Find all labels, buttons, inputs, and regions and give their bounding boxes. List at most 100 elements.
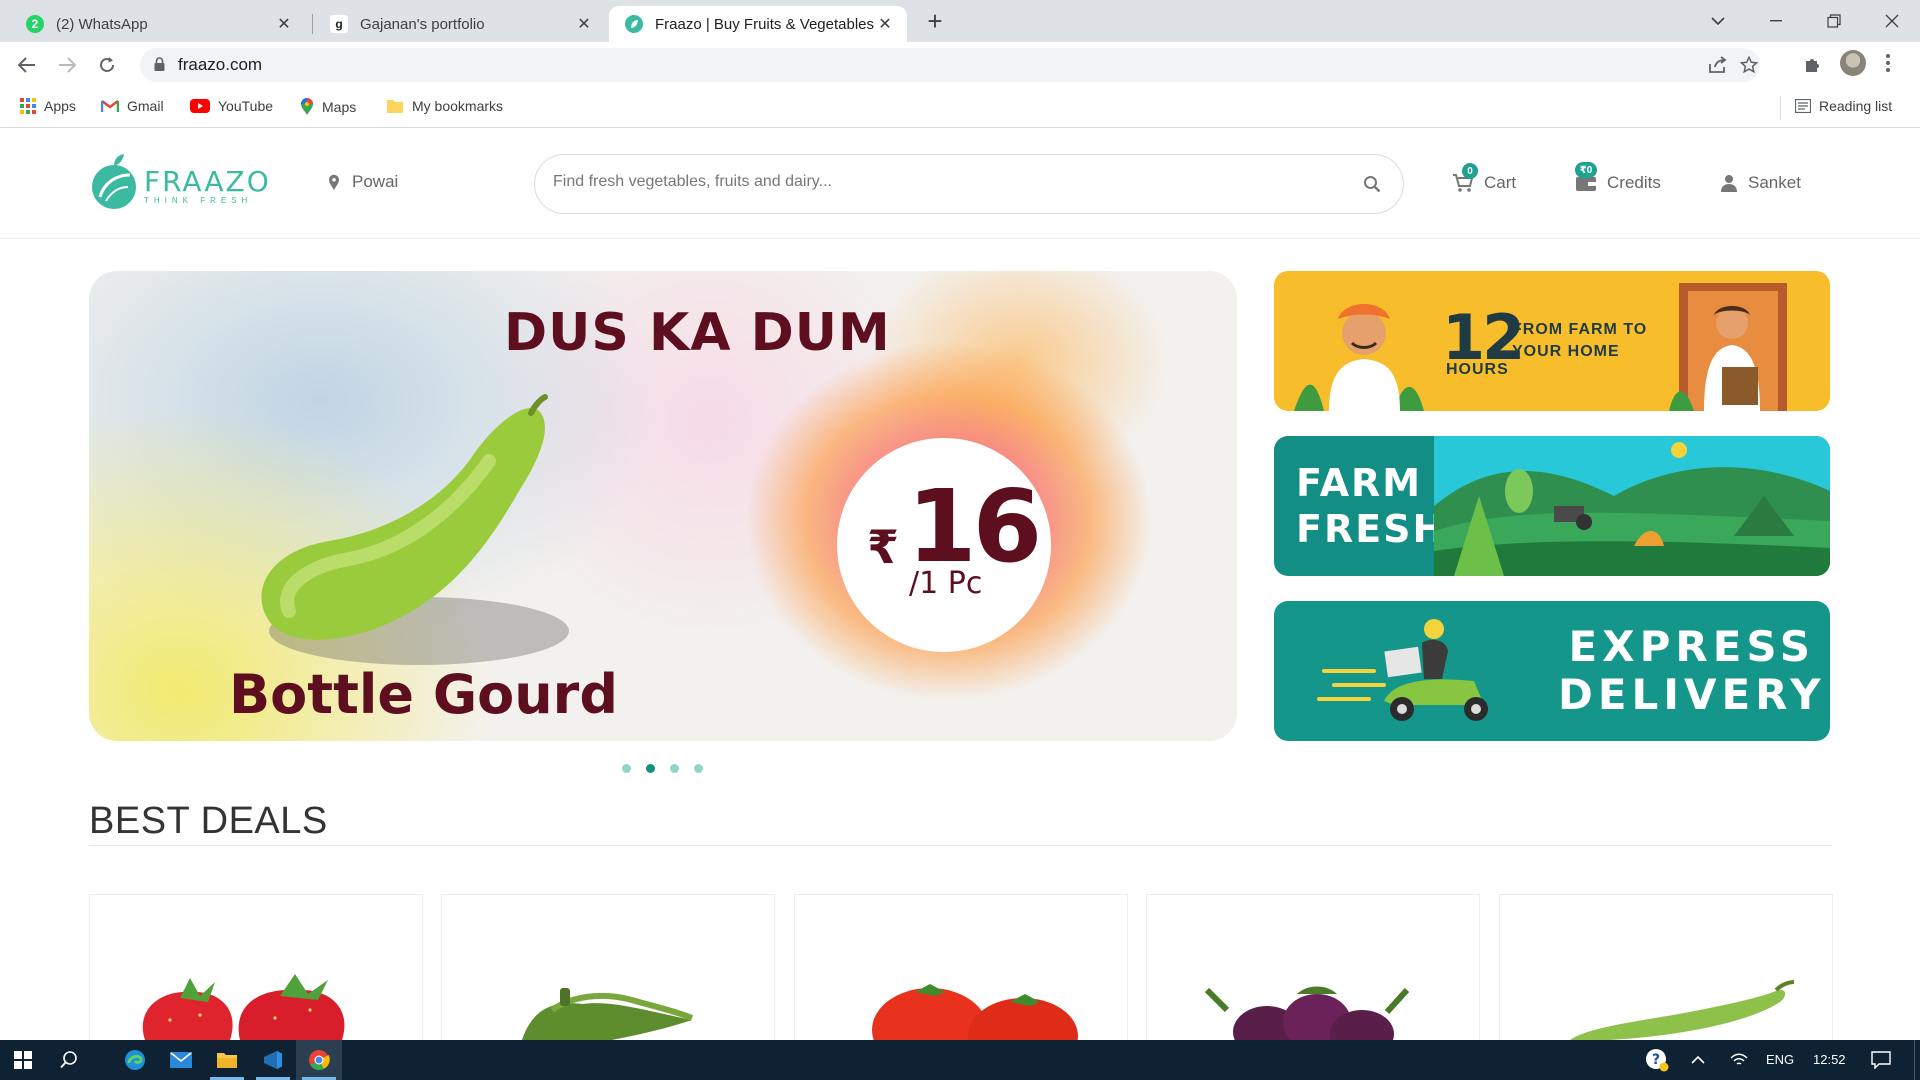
lock-icon[interactable] <box>154 57 165 76</box>
close-tab-icon[interactable]: ✕ <box>875 14 895 34</box>
location-selector[interactable]: Powai <box>328 172 398 192</box>
search-icon[interactable] <box>1363 175 1381 198</box>
cart-label: Cart <box>1484 173 1517 192</box>
cart-icon: 0 <box>1452 163 1478 193</box>
bookmark-label: Apps <box>44 98 76 114</box>
show-desktop-divider[interactable] <box>1914 1040 1915 1080</box>
credits-button[interactable]: ₹0 Credits <box>1575 162 1661 193</box>
search-input[interactable] <box>553 173 1313 191</box>
action-center-icon[interactable] <box>1858 1040 1904 1080</box>
product-card-okra[interactable] <box>441 894 775 1040</box>
carousel-dots <box>622 764 718 773</box>
farm-landscape-illustration <box>1434 436 1830 576</box>
reading-list-button[interactable]: Reading list <box>1795 98 1892 114</box>
reload-icon[interactable] <box>92 50 122 80</box>
extensions-puzzle-icon[interactable] <box>1798 50 1828 80</box>
tab-title: Gajanan's portfolio <box>360 15 485 33</box>
tomato-image <box>872 984 1078 1040</box>
menu-kebab-icon[interactable] <box>1886 54 1890 77</box>
product-card-brinjal[interactable] <box>1146 894 1480 1040</box>
carousel-dot[interactable] <box>694 764 703 773</box>
show-hidden-icons-chevron-icon[interactable] <box>1675 1040 1721 1080</box>
file-explorer-icon[interactable] <box>204 1040 250 1080</box>
taskbar-search-icon[interactable] <box>46 1040 92 1080</box>
cart-button[interactable]: 0 Cart <box>1452 163 1517 193</box>
new-tab-button[interactable]: + <box>921 8 949 36</box>
logo-tagline: THINK FRESH <box>144 195 253 205</box>
farm-fresh-banner[interactable]: FARM FRESH <box>1274 436 1830 576</box>
help-notification-icon[interactable]: ? <box>1634 1040 1680 1080</box>
hours-label: HOURS <box>1446 361 1509 378</box>
credits-label: Credits <box>1607 173 1661 192</box>
forward-arrow-icon[interactable] <box>52 50 82 80</box>
credits-value-badge: ₹0 <box>1575 162 1597 178</box>
whatsapp-icon: 2 <box>26 15 44 33</box>
back-arrow-icon[interactable] <box>12 50 42 80</box>
chrome-taskbar-icon[interactable] <box>296 1040 342 1080</box>
express-delivery-banner[interactable]: EXPRESS DELIVERY <box>1274 601 1830 741</box>
bookmark-label: Maps <box>322 99 357 115</box>
bookmark-maps[interactable]: Maps <box>300 98 356 116</box>
tab-portfolio[interactable]: g Gajanan's portfolio ✕ <box>314 6 606 42</box>
close-tab-icon[interactable]: ✕ <box>274 14 294 34</box>
tab-title: Fraazo | Buy Fruits & Vegetables <box>655 15 875 33</box>
product-card-strawberry[interactable] <box>89 894 423 1040</box>
bookmarks-divider <box>1780 96 1781 120</box>
hero-banner[interactable]: DUS KA DUM Bottle Gourd ₹ 16 /1 Pc <box>89 271 1237 741</box>
edge-browser-icon[interactable] <box>112 1040 158 1080</box>
farm-fresh-line2: FRESH <box>1296 507 1447 551</box>
address-bar[interactable]: fraazo.com <box>140 48 1760 82</box>
location-pin-icon <box>328 174 340 191</box>
carousel-dot[interactable] <box>622 764 631 773</box>
farm-fresh-text: FARM FRESH <box>1296 460 1446 552</box>
tab-whatsapp[interactable]: 2 (2) WhatsApp ✕ <box>10 6 306 42</box>
bookmark-star-icon[interactable] <box>1739 55 1759 79</box>
bookmark-gmail[interactable]: Gmail <box>101 98 164 114</box>
brinjal-image <box>1204 986 1410 1040</box>
bookmark-folder[interactable]: My bookmarks <box>386 98 503 114</box>
farm-to-home-banner[interactable]: 12 FROM FARM TO YOUR HOME HOURS <box>1274 271 1830 411</box>
product-card-tomato[interactable] <box>794 894 1128 1040</box>
windows-taskbar: ? ENG 12:52 <box>0 1040 1920 1080</box>
cart-count-badge: 0 <box>1462 163 1478 179</box>
product-search-bar[interactable] <box>534 154 1404 214</box>
tab-search-chevron-icon[interactable] <box>1690 0 1746 42</box>
price-unit: /1 Pc <box>909 566 983 601</box>
url-text: fraazo.com <box>178 55 263 74</box>
clock-time[interactable]: 12:52 <box>1813 1052 1846 1067</box>
user-icon <box>1720 174 1738 192</box>
window-close-icon[interactable] <box>1864 0 1920 42</box>
minimize-icon[interactable] <box>1748 0 1804 42</box>
wifi-icon[interactable] <box>1716 1040 1762 1080</box>
product-card-bottle-gourd[interactable] <box>1499 894 1833 1040</box>
bookmark-apps[interactable]: Apps <box>20 98 76 114</box>
gmail-icon <box>101 99 119 113</box>
bookmark-label: My bookmarks <box>412 98 504 114</box>
language-indicator[interactable]: ENG <box>1766 1052 1794 1067</box>
carousel-dot-active[interactable] <box>646 764 655 773</box>
location-label: Powai <box>352 172 399 191</box>
bookmark-label: Gmail <box>127 98 164 114</box>
windows-start-icon[interactable] <box>0 1040 46 1080</box>
close-tab-icon[interactable]: ✕ <box>574 14 594 34</box>
user-name: Sanket <box>1748 173 1801 192</box>
profile-avatar[interactable] <box>1840 50 1866 76</box>
fraazo-logo[interactable]: FRAAZO THINK FRESH <box>90 153 271 216</box>
reading-list-label: Reading list <box>1819 98 1893 114</box>
vscode-icon[interactable] <box>250 1040 296 1080</box>
apps-grid-icon <box>20 98 36 114</box>
user-account-button[interactable]: Sanket <box>1720 173 1801 193</box>
tab-title: (2) WhatsApp <box>56 15 148 33</box>
restore-icon[interactable] <box>1806 0 1862 42</box>
tab-fraazo[interactable]: Fraazo | Buy Fruits & Vegetables ✕ <box>609 6 907 42</box>
carousel-dot[interactable] <box>670 764 679 773</box>
strawberry-image <box>142 974 345 1040</box>
best-deals-divider <box>89 845 1832 846</box>
share-icon[interactable] <box>1708 56 1728 79</box>
hero-title: DUS KA DUM <box>504 303 891 363</box>
bookmark-youtube[interactable]: YouTube <box>190 98 273 114</box>
mail-icon[interactable] <box>158 1040 204 1080</box>
browser-tab-strip: 2 (2) WhatsApp ✕ g Gajanan's portfolio ✕… <box>0 0 1920 42</box>
rupee-symbol: ₹ <box>867 521 900 573</box>
express-line2: DELIVERY <box>1558 670 1826 719</box>
